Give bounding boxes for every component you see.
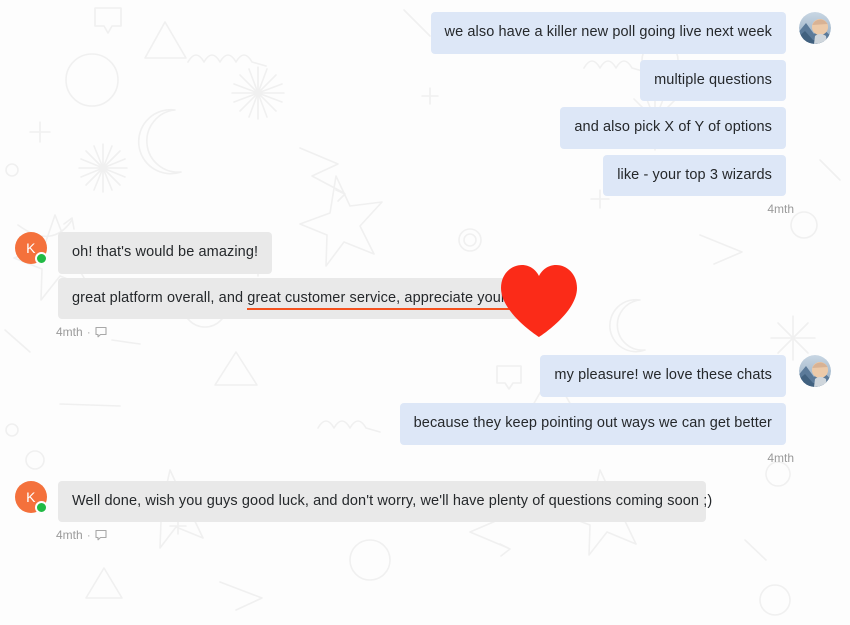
customer-avatar-initial: K [26,240,36,257]
message-bubble[interactable]: multiple questions [640,59,786,102]
message-row: we also have a killer new poll going liv… [0,12,850,54]
message-row: my pleasure! we love these chats [0,355,850,397]
message-bubble-annotated[interactable]: great platform overall, and great custom… [58,277,552,320]
message-group-customer-praise: K oh! that's would be amazing! great pla… [0,232,850,339]
online-status-dot [35,500,48,514]
message-row: great platform overall, and great custom… [0,277,850,320]
message-group-agent-poll: we also have a killer new poll going liv… [0,12,850,216]
customer-avatar[interactable]: K [15,232,48,266]
message-bubble[interactable]: Well done, wish you guys good luck, and … [58,480,712,523]
comment-icon[interactable] [95,529,107,541]
message-group-customer-closing: K Well done, wish you guys good luck, an… [0,480,850,542]
message-bubble[interactable]: oh! that's would be amazing! [58,232,273,274]
timestamp: 4mth [56,325,83,340]
timestamp: 4mth [767,202,794,217]
message-meta: 4mth [0,451,850,465]
agent-avatar-photo [799,12,831,44]
message-meta: 4mth · [0,325,850,339]
timestamp: 4mth [56,528,83,543]
highlighted-phrase: great customer service, appreciate your … [247,289,538,310]
meta-separator: · [86,528,91,543]
avatar-slot: K [10,480,52,514]
online-status-dot [35,252,48,266]
message-meta: 4mth · [0,528,850,542]
agent-avatar[interactable] [799,355,831,388]
message-bubble[interactable]: my pleasure! we love these chats [540,355,786,397]
meta-separator: · [86,325,91,340]
message-row: K Well done, wish you guys good luck, an… [0,480,850,523]
message-group-agent-reply: my pleasure! we love these chats because… [0,355,850,465]
message-text-plain: great platform overall, and [72,289,248,306]
chat-transcript: we also have a killer new poll going liv… [0,0,850,625]
message-row: because they keep pointing out ways we c… [0,402,850,445]
message-row: multiple questions [0,59,850,102]
avatar-slot [794,355,836,388]
customer-avatar-initial: K [26,488,36,505]
message-bubble[interactable]: and also pick X of Y of options [560,107,786,149]
message-bubble[interactable]: like - your top 3 wizards [603,154,786,197]
message-row: like - your top 3 wizards [0,154,850,197]
message-meta: 4mth [0,202,850,216]
timestamp: 4mth [767,450,794,465]
agent-avatar[interactable] [799,12,831,44]
message-bubble[interactable]: we also have a killer new poll going liv… [430,12,786,54]
customer-avatar[interactable]: K [15,480,48,514]
message-row: and also pick X of Y of options [0,107,850,149]
avatar-slot: K [10,232,52,266]
message-bubble[interactable]: because they keep pointing out ways we c… [399,402,786,445]
comment-icon[interactable] [95,326,107,338]
avatar-slot [794,12,836,44]
agent-avatar-photo [799,355,831,388]
message-row: K oh! that's would be amazing! [0,232,850,274]
